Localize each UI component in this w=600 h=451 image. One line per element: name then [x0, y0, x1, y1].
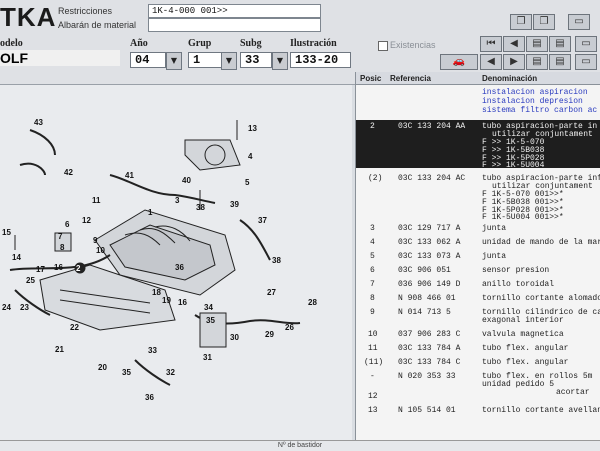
pages-icon[interactable]: ▭	[575, 36, 597, 52]
callout-41: 41	[125, 171, 134, 180]
parts-diagram[interactable]: 43 42 41 40 38 39 37 38 36 34 35 30 29 2…	[0, 85, 352, 440]
grup-label: Grup	[188, 38, 212, 49]
forward-icon[interactable]: ▶	[503, 54, 525, 70]
callout-6: 6	[65, 220, 70, 229]
callout-40: 40	[182, 176, 191, 185]
callout-21: 21	[55, 345, 64, 354]
subg-select[interactable]: 33	[240, 52, 272, 68]
col-referencia: Referencia	[390, 74, 431, 83]
callout-22: 22	[70, 323, 79, 332]
ilustracion-label: Ilustración	[290, 38, 337, 49]
restricciones-label: Restricciones	[58, 6, 113, 16]
callout-30: 30	[230, 333, 239, 342]
callout-11: 11	[92, 196, 101, 205]
callout-15: 15	[2, 228, 11, 237]
callout-19: 19	[162, 296, 171, 305]
callout-39a: 38	[196, 203, 205, 212]
existencias-checkbox[interactable]	[378, 41, 388, 51]
existencias-label: Existencias	[390, 40, 436, 50]
callout-34: 34	[204, 303, 213, 312]
print-icon[interactable]: ▭	[568, 14, 590, 30]
callout-17: 17	[36, 265, 45, 274]
ano-label: Año	[130, 38, 148, 49]
albaran-field[interactable]	[148, 18, 321, 32]
callout-5: 5	[245, 178, 250, 187]
ano-dropdown-icon[interactable]: ▼	[166, 52, 182, 70]
grup-dropdown-icon[interactable]: ▼	[221, 52, 237, 70]
callout-14: 14	[12, 253, 21, 262]
callout-35b: 35	[122, 368, 131, 377]
callout-24: 24	[2, 303, 11, 312]
monitor-icon[interactable]: ▭	[575, 54, 597, 70]
ano-select[interactable]: 04	[130, 52, 166, 68]
callout-9: 9	[93, 236, 98, 245]
copy-icon[interactable]: ❐	[510, 14, 532, 30]
list2-icon[interactable]: ▤	[549, 54, 571, 70]
callout-2: 2	[76, 264, 81, 273]
engine-illustration: 43 42 41 40 38 39 37 38 36 34 35 30 29 2…	[2, 118, 317, 402]
table-header: Posic Referencia Denominación	[356, 72, 600, 85]
status-bar: Nº de bastidor	[0, 440, 600, 451]
table-row[interactable]: (2) 03C 133 204 AC tubo aspiracion-parte…	[356, 172, 600, 222]
callout-4: 4	[248, 152, 253, 161]
table-row[interactable]: 9N 014 713 5 tornillo cilindrico de cab ex…	[356, 308, 600, 326]
callout-36b: 36	[175, 263, 184, 272]
albaran-label: Albarán de material	[58, 20, 137, 30]
callout-33: 33	[148, 346, 157, 355]
back-icon[interactable]: ◀	[480, 54, 502, 70]
callout-20: 20	[98, 363, 107, 372]
car-icon[interactable]: 🚗	[440, 54, 478, 70]
table-row[interactable]: 2 03C 133 204 AA tubo aspiracion-parte i…	[356, 120, 600, 170]
callout-16b: 16	[54, 263, 63, 272]
callout-43: 43	[34, 118, 43, 127]
callout-8: 8	[60, 243, 65, 252]
callout-1: 1	[148, 208, 153, 217]
callout-29: 29	[265, 330, 274, 339]
model-value: OLF	[0, 50, 120, 66]
table-row[interactable]: -N 020 353 33 tubo flex. en rollos 5m unid…	[356, 372, 600, 397]
callout-7: 7	[58, 232, 63, 241]
callout-35: 35	[206, 316, 215, 325]
callout-38b: 38	[272, 256, 281, 265]
parts-table: Posic Referencia Denominación instalacio…	[355, 72, 600, 440]
callout-12: 12	[82, 216, 91, 225]
callout-10: 10	[96, 246, 105, 255]
callout-39: 39	[230, 200, 239, 209]
callout-23: 23	[20, 303, 29, 312]
prev-icon[interactable]: ◀	[503, 36, 525, 52]
doc2-icon[interactable]: ▤	[549, 36, 571, 52]
subg-label: Subg	[240, 38, 262, 49]
list-icon[interactable]: ▤	[526, 54, 548, 70]
ilustracion-field[interactable]: 133-20	[290, 52, 351, 68]
callout-18: 18	[152, 288, 161, 297]
callout-42: 42	[64, 168, 73, 177]
callout-27: 27	[267, 288, 276, 297]
first-icon[interactable]: ⏮	[480, 36, 502, 52]
callout-3: 3	[175, 196, 180, 205]
model-label: odelo	[0, 38, 23, 49]
doc-icon[interactable]: ▤	[526, 36, 548, 52]
callout-37: 37	[258, 216, 267, 225]
callout-13: 13	[248, 124, 257, 133]
grup-select[interactable]: 1	[188, 52, 222, 68]
callout-31: 31	[203, 353, 212, 362]
subg-dropdown-icon[interactable]: ▼	[272, 52, 288, 70]
callout-26: 26	[285, 323, 294, 332]
callout-25: 25	[26, 276, 35, 285]
callout-16: 16	[178, 298, 187, 307]
col-denominacion: Denominación	[482, 74, 538, 83]
restricciones-field[interactable]: 1K-4-000 001>>	[148, 4, 321, 18]
callout-32: 32	[166, 368, 175, 377]
app-brand: TKA	[0, 2, 57, 32]
col-posic: Posic	[360, 74, 382, 83]
copy2-icon[interactable]: ❐	[533, 14, 555, 30]
callout-36: 36	[145, 393, 154, 402]
callout-28: 28	[308, 298, 317, 307]
